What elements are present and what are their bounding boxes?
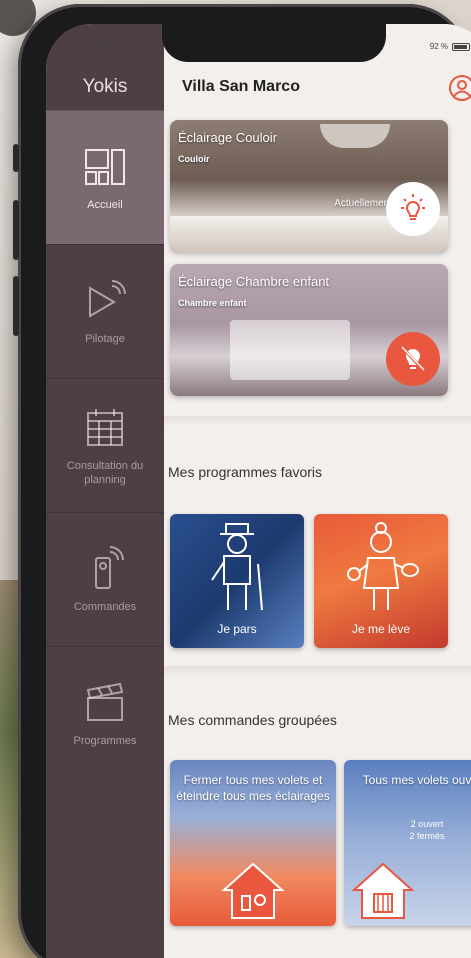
- group-command-label: Fermer tous mes volets et éteindre tous …: [176, 773, 330, 803]
- sidebar-item-accueil[interactable]: Accueil: [46, 110, 164, 244]
- device-room: Chambre enfant: [178, 298, 247, 308]
- sidebar-item-planning[interactable]: Consultation du planning: [46, 378, 164, 512]
- section-divider: [164, 666, 471, 676]
- light-toggle-button[interactable]: [386, 182, 440, 236]
- user-profile-icon[interactable]: [448, 74, 471, 102]
- program-card-je-me-leve[interactable]: Je me lève: [314, 514, 448, 648]
- volume-up-button: [13, 200, 19, 260]
- sidebar-item-commandes[interactable]: Commandes: [46, 512, 164, 646]
- sidebar-item-pilotage[interactable]: Pilotage: [46, 244, 164, 378]
- play-remote-icon: [89, 279, 126, 318]
- light-toggle-button[interactable]: [386, 332, 440, 386]
- sidebar: Yokis Accueil Pilotage Consultation du p…: [46, 24, 164, 958]
- sidebar-item-programmes[interactable]: Programmes: [46, 646, 164, 780]
- header: Villa San Marco: [182, 74, 471, 104]
- group-command-label: Tous mes volets ouverts: [362, 773, 471, 787]
- group-command-card-1[interactable]: Fermer tous mes volets et éteindre tous …: [170, 760, 336, 926]
- device-title: Éclairage Chambre enfant: [178, 274, 330, 289]
- page-title: Villa San Marco: [182, 78, 300, 95]
- groups-title: Mes commandes groupées: [168, 712, 337, 728]
- main-content: Villa San Marco Éclairage Couloir Couloi…: [164, 24, 471, 958]
- program-card-je-pars[interactable]: Je pars: [170, 514, 304, 648]
- status-bar: •••• YOKIS 92 %: [46, 38, 471, 58]
- lightbulb-on-icon: [401, 194, 425, 220]
- sidebar-item-label: Consultation du planning: [66, 459, 144, 486]
- lightbulb-off-icon: [399, 344, 427, 374]
- carrier-text: •••• YOKIS: [80, 42, 118, 51]
- app-screen: •••• YOKIS 92 % Yokis Accueil Pilotage C…: [46, 24, 471, 958]
- man-leaving-icon: [211, 523, 263, 611]
- program-label: Je me lève: [351, 622, 411, 636]
- sidebar-item-label: Commandes: [73, 600, 137, 613]
- home-dashboard-icon: [85, 148, 125, 185]
- device-card-chambre[interactable]: Éclairage Chambre enfant Chambre enfant: [170, 264, 448, 396]
- device-card-couloir[interactable]: Éclairage Couloir Couloir Actuellement: [170, 120, 448, 252]
- crib-illustration: [230, 320, 350, 380]
- ceiling-lamp-illustration: [320, 124, 390, 148]
- phone-frame: •••• YOKIS 92 % Yokis Accueil Pilotage C…: [13, 4, 471, 958]
- house-lightbulb-icon: [221, 862, 285, 919]
- battery-percent: 92 %: [429, 42, 448, 51]
- mute-switch: [13, 144, 19, 172]
- battery-icon: [452, 42, 470, 51]
- program-label: Je pars: [217, 622, 257, 636]
- woman-waking-icon: [347, 522, 419, 610]
- calendar-icon: [87, 408, 123, 446]
- app-brand: Yokis: [82, 76, 128, 97]
- group-command-status: 2 ouvert 2 fermés: [409, 819, 445, 841]
- device-title: Éclairage Couloir: [178, 130, 277, 145]
- favorites-title: Mes programmes favoris: [168, 464, 323, 480]
- remote-control-icon: [95, 545, 124, 589]
- device-state: Actuellement: [334, 198, 392, 209]
- sidebar-item-label: Accueil: [87, 198, 123, 211]
- clapperboard-icon: [86, 682, 124, 721]
- sidebar-item-label: Programmes: [73, 734, 137, 747]
- sidebar-item-label: Pilotage: [85, 332, 125, 345]
- volume-down-button: [13, 276, 19, 336]
- device-room: Couloir: [178, 154, 210, 164]
- section-divider: [164, 416, 471, 426]
- house-shutter-icon: [351, 862, 415, 919]
- group-command-card-2[interactable]: Tous mes volets ouverts 2 ouvert 2 fermé…: [344, 760, 471, 926]
